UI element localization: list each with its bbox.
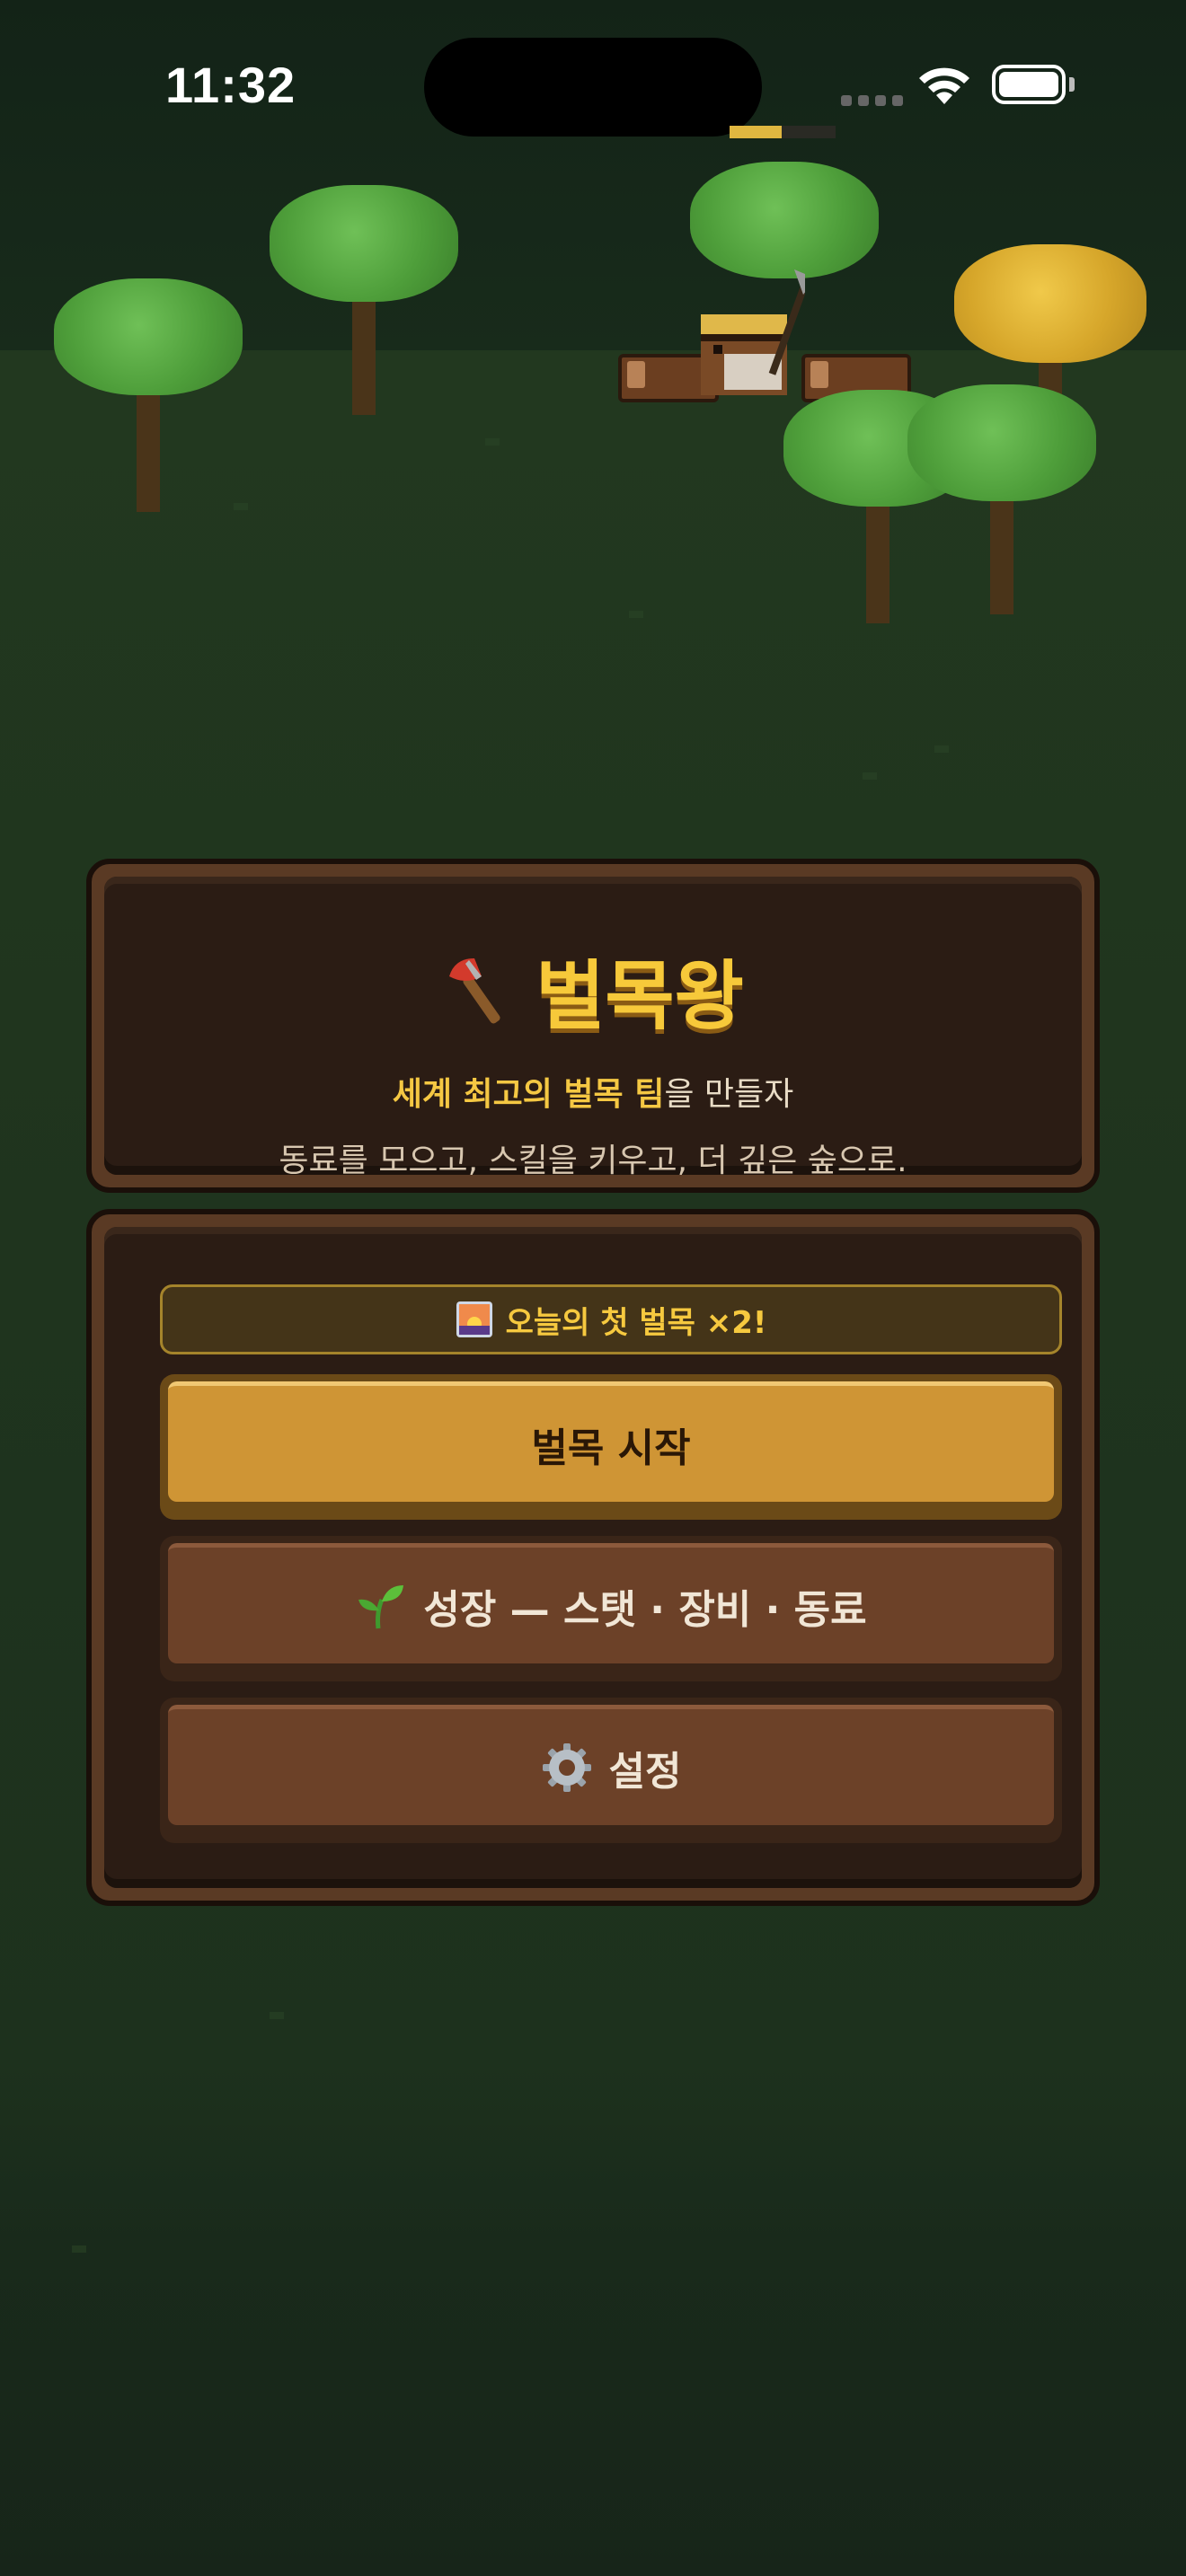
daily-bonus-banner: 오늘의 첫 벌목 ×2! <box>160 1284 1062 1354</box>
start-chopping-label: 벌목 시작 <box>531 1425 691 1471</box>
tree-hp-bar <box>730 126 836 138</box>
dynamic-island <box>424 38 762 137</box>
grass-speck <box>934 745 949 753</box>
tagline: 세계 최고의 벌목 팀을 만들자 <box>104 1068 1082 1115</box>
battery-icon <box>992 65 1066 104</box>
settings-button[interactable]: 설정 <box>160 1698 1062 1843</box>
title-row: 벌목왕 <box>104 877 1082 1045</box>
settings-label: 설정 <box>608 1748 682 1795</box>
wifi-icon <box>919 67 969 104</box>
grass-speck <box>629 611 643 618</box>
sprout-icon <box>358 1584 404 1628</box>
tagline-rest: 을 만들자 <box>664 1076 794 1113</box>
daily-bonus-text: 오늘의 첫 벌목 ×2! <box>505 1304 767 1341</box>
title-panel: 벌목왕 세계 최고의 벌목 팀을 만들자 동료를 모으고, 스킬을 키우고, 더… <box>86 859 1100 1193</box>
grass-speck <box>72 2245 86 2253</box>
beaver-character <box>701 269 805 395</box>
start-chopping-button[interactable]: 벌목 시작 <box>160 1374 1062 1520</box>
grass-speck <box>270 2012 284 2019</box>
sunrise-icon <box>456 1301 492 1337</box>
status-time: 11:32 <box>165 57 296 113</box>
gear-icon <box>542 1742 591 1792</box>
game-title: 벌목왕 <box>535 952 744 1040</box>
tree <box>54 278 243 512</box>
cellular-signal-icon <box>841 95 903 106</box>
tagline-highlight: 세계 최고의 벌목 팀 <box>392 1076 665 1113</box>
game-description: 동료를 모으고, 스킬을 키우고, 더 깊은 숲으로. <box>279 1142 907 1179</box>
main-menu-panel: 오늘의 첫 벌목 ×2! 벌목 시작 성장 — 스탯 · 장비 · 동료 설정 <box>86 1209 1100 1906</box>
growth-button[interactable]: 성장 — 스탯 · 장비 · 동료 <box>160 1536 1062 1681</box>
tree <box>907 384 1096 618</box>
battery-cap <box>1069 77 1075 92</box>
grass-speck <box>863 772 877 780</box>
tree <box>270 185 458 419</box>
axe-icon <box>449 957 500 1023</box>
growth-label: 성장 — 스탯 · 장비 · 동료 <box>423 1586 867 1633</box>
grass-speck <box>485 438 500 446</box>
